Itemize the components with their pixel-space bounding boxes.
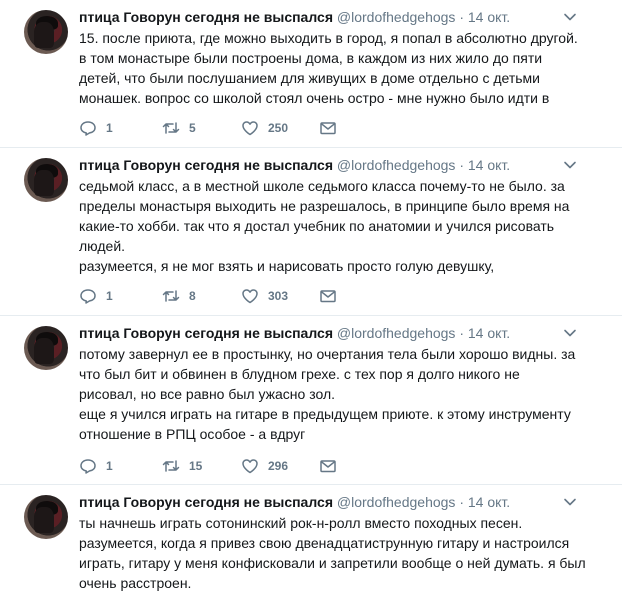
user-handle[interactable]: @lordofhedgehogs — [337, 157, 456, 173]
direct-message-button[interactable] — [319, 286, 346, 306]
tweet-text-line: людей. — [79, 238, 126, 254]
tweet-text: потому завернул ее в простынку, но очерт… — [79, 344, 579, 444]
user-handle[interactable]: @lordofhedgehogs — [337, 494, 456, 510]
tweet-text-line: разумеется, когда я привез свою двенадца… — [79, 535, 570, 551]
tweet-text: ты начнешь играть сотонинский рок-н-ролл… — [79, 513, 586, 593]
tweet-text-line: пределы монастыря выходить не разрешалос… — [79, 198, 570, 214]
tweet-text-line: играть, гитару у меня конфисковали и зап… — [79, 555, 586, 571]
reply-icon — [80, 121, 96, 136]
tweet-text-line: детей, что были послушанием для живущих … — [79, 70, 540, 86]
separator-dot: · — [459, 494, 464, 510]
chevron-down-icon[interactable] — [563, 10, 577, 24]
tweet-text-line: отношение в РПЦ особое - а вдруг — [79, 426, 306, 442]
tweet-feed: птица Говорун сегодня не выспался @lordo… — [0, 0, 622, 598]
tweet-text-line: 15. после приюта, где можно выходить в г… — [79, 30, 578, 46]
reply-icon — [80, 289, 96, 304]
avatar[interactable] — [24, 326, 68, 370]
tweet-text-line: в том монастыре были построены дома, в к… — [79, 50, 543, 66]
tweet[interactable]: птица Говорун сегодня не выспался @lordo… — [0, 148, 622, 316]
separator-dot: · — [459, 157, 464, 173]
tweet[interactable]: птица Говорун сегодня не выспался @lordo… — [0, 316, 622, 485]
tweet-text-line: что был бит и обвинен в блудном грехе. с… — [79, 366, 520, 382]
display-name[interactable]: птица Говорун сегодня не выспался — [79, 9, 333, 25]
tweet-header: птица Говорун сегодня не выспался @lordo… — [79, 156, 510, 174]
tweet-text-line: еще я учился играть на гитаре в предыдущ… — [79, 406, 571, 422]
tweet-text-line: ты начнешь играть сотонинский рок-н-ролл… — [79, 515, 523, 531]
reply-button[interactable]: 1 — [79, 456, 113, 476]
reply-button[interactable]: 1 — [79, 118, 113, 138]
tweet-header: птица Говорун сегодня не выспался @lordo… — [79, 324, 510, 342]
direct-message-button[interactable] — [319, 456, 346, 476]
reply-icon — [80, 459, 96, 474]
tweet[interactable]: птица Говорун сегодня не выспался @lordo… — [0, 485, 622, 598]
avatar[interactable] — [24, 495, 68, 539]
like-count: 303 — [268, 289, 289, 303]
tweet-actions: 1 5 250 — [79, 118, 379, 138]
tweet-text: седьмой класс, а в местной школе седьмог… — [79, 176, 579, 276]
tweet-date[interactable]: 14 окт. — [468, 9, 510, 25]
reply-button[interactable]: 1 — [79, 286, 113, 306]
tweet-date[interactable]: 14 окт. — [468, 157, 510, 173]
tweet-text-line: потому завернул ее в простынку, но очерт… — [79, 346, 576, 362]
like-count: 250 — [268, 121, 289, 135]
user-handle[interactable]: @lordofhedgehogs — [337, 325, 456, 341]
tweet-text-line: какие-то хобби. так что я достал учебник… — [79, 218, 555, 234]
tweet-actions: 1 8 303 — [79, 286, 379, 306]
like-count: 296 — [268, 459, 289, 473]
chevron-down-icon[interactable] — [563, 158, 577, 172]
like-button[interactable]: 296 — [241, 456, 288, 476]
tweet-text-line: седьмой класс, а в местной школе седьмог… — [79, 178, 565, 194]
tweet-text-line: рисовал, но все равно был ужасно зол. — [79, 386, 335, 402]
retweet-button[interactable]: 5 — [162, 118, 196, 138]
retweet-count: 8 — [189, 289, 196, 303]
envelope-icon — [320, 122, 336, 135]
separator-dot: · — [459, 9, 464, 25]
tweet-date[interactable]: 14 окт. — [468, 494, 510, 510]
retweet-icon — [162, 122, 180, 134]
retweet-button[interactable]: 8 — [162, 286, 196, 306]
tweet-text-line: разумеется, я не мог взять и нарисовать … — [79, 258, 495, 274]
retweet-count: 15 — [189, 459, 203, 473]
user-handle[interactable]: @lordofhedgehogs — [337, 9, 456, 25]
chevron-down-icon[interactable] — [563, 495, 577, 509]
tweet-actions: 1 15 296 — [79, 456, 379, 476]
envelope-icon — [320, 460, 336, 473]
tweet-header: птица Говорун сегодня не выспался @lordo… — [79, 8, 510, 26]
retweet-count: 5 — [189, 121, 196, 135]
tweet[interactable]: птица Говорун сегодня не выспался @lordo… — [0, 0, 622, 148]
retweet-icon — [162, 460, 180, 472]
heart-icon — [242, 289, 258, 304]
display-name[interactable]: птица Говорун сегодня не выспался — [79, 157, 333, 173]
tweet-text-line: монашек. вопрос со школой стоял очень ос… — [79, 90, 550, 106]
retweet-button[interactable]: 15 — [162, 456, 202, 476]
separator-dot: · — [459, 325, 464, 341]
direct-message-button[interactable] — [319, 118, 346, 138]
retweet-icon — [162, 290, 180, 302]
avatar[interactable] — [24, 10, 68, 54]
heart-icon — [242, 459, 258, 474]
reply-count: 1 — [106, 459, 113, 473]
tweet-text-line: очень расстроен. — [79, 575, 192, 591]
display-name[interactable]: птица Говорун сегодня не выспался — [79, 494, 333, 510]
like-button[interactable]: 303 — [241, 286, 288, 306]
chevron-down-icon[interactable] — [563, 326, 577, 340]
like-button[interactable]: 250 — [241, 118, 288, 138]
reply-count: 1 — [106, 289, 113, 303]
tweet-header: птица Говорун сегодня не выспался @lordo… — [79, 493, 510, 511]
reply-count: 1 — [106, 121, 113, 135]
display-name[interactable]: птица Говорун сегодня не выспался — [79, 325, 333, 341]
tweet-date[interactable]: 14 окт. — [468, 325, 510, 341]
heart-icon — [242, 121, 258, 136]
envelope-icon — [320, 290, 336, 303]
tweet-text: 15. после приюта, где можно выходить в г… — [79, 28, 579, 108]
avatar[interactable] — [24, 158, 68, 202]
